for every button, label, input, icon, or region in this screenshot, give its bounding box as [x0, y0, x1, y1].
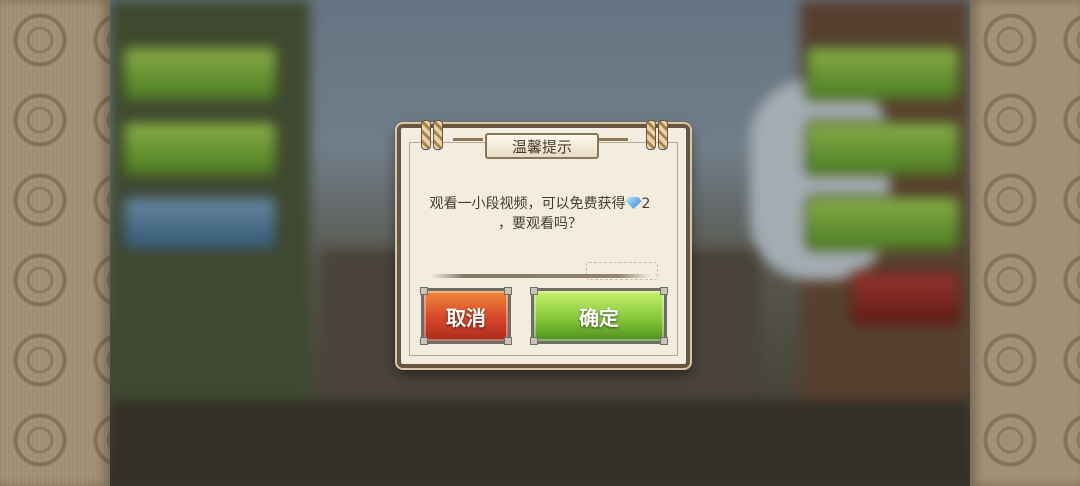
cancel-button-label: 取消	[446, 305, 486, 330]
corner-bolt	[420, 337, 428, 345]
rope-icon	[658, 120, 668, 150]
rope-icon	[421, 120, 431, 150]
ink-divider	[431, 274, 651, 278]
message-question: ，要观看吗？	[498, 216, 582, 232]
dialog-message: 观看一小段视频，可以免费获得 2 ，要观看吗？	[415, 194, 665, 234]
confirm-button-label: 确定	[579, 305, 619, 330]
rope-icon	[646, 120, 656, 150]
corner-bolt	[660, 287, 668, 295]
title-flourish-right	[598, 138, 628, 141]
corner-bolt	[504, 287, 512, 295]
diamond-gem-icon	[625, 197, 642, 209]
corner-bolt	[530, 287, 538, 295]
cancel-button[interactable]: 取消	[420, 287, 512, 345]
corner-bolt	[530, 337, 538, 345]
reward-amount: 2	[641, 196, 651, 212]
message-text: 观看一小段视频，可以免费获得	[429, 196, 626, 212]
dialog-title-plaque: 温馨提示	[485, 133, 599, 159]
corner-bolt	[504, 337, 512, 345]
confirm-dialog: 温馨提示 观看一小段视频，可以免费获得 2 ，要观看吗？ 取消 确定	[397, 120, 690, 368]
title-flourish-left	[453, 138, 483, 141]
corner-bolt	[420, 287, 428, 295]
dialog-title: 温馨提示	[511, 137, 572, 156]
corner-bolt	[660, 337, 668, 345]
rope-icon	[433, 120, 443, 150]
confirm-button[interactable]: 确定	[530, 287, 668, 345]
